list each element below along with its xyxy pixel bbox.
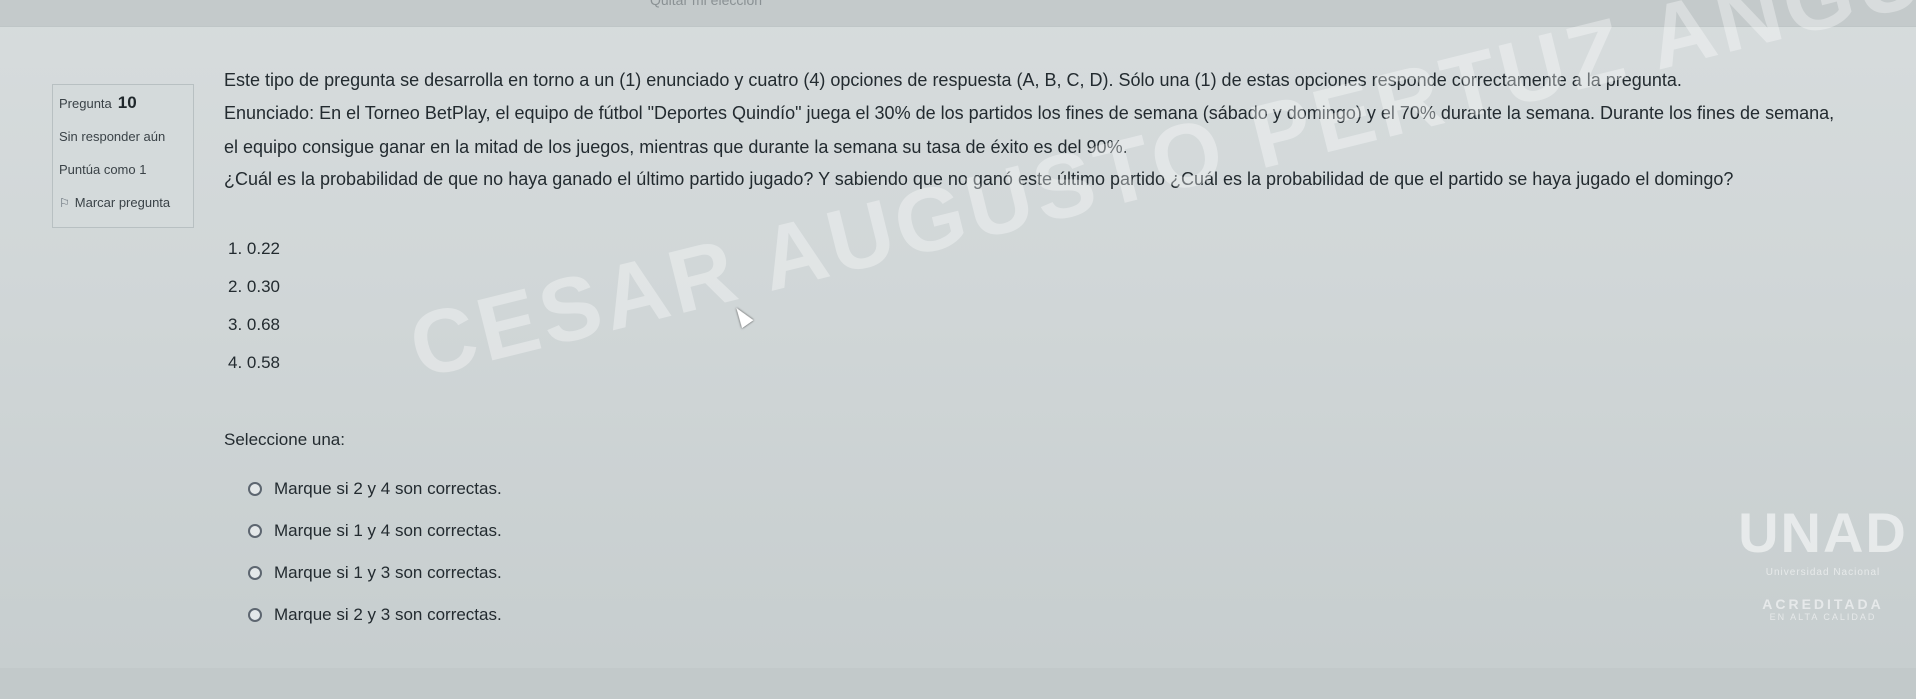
answer-option-label: Marque si 2 y 3 son correctas.	[274, 605, 502, 624]
answer-option-4[interactable]: Marque si 2 y 3 son correctas.	[248, 594, 502, 636]
logo-mark: UNAD	[1738, 501, 1908, 564]
clear-choice-link[interactable]: Quitar mi elección	[650, 0, 762, 8]
question-intro: Este tipo de pregunta se desarrolla en t…	[224, 70, 1682, 90]
quiz-page: Quitar mi elección Pregunta 10 Sin respo…	[0, 0, 1916, 699]
numbered-value: 2. 0.30	[228, 277, 280, 296]
accreditation-text: ACREDITADA	[1762, 596, 1884, 612]
question-number: 10	[117, 93, 137, 112]
logo-subtitle: Universidad Nacional	[1765, 567, 1881, 578]
answer-option-2[interactable]: Marque si 1 y 4 son correctas.	[248, 510, 502, 552]
question-info-panel: Pregunta 10 Sin responder aún Puntúa com…	[52, 84, 194, 228]
question-statement: Enunciado: En el Torneo BetPlay, el equi…	[224, 103, 1835, 157]
answer-options: Marque si 2 y 4 son correctas. Marque si…	[248, 468, 502, 636]
answer-option-label: Marque si 1 y 4 son correctas.	[274, 521, 502, 540]
question-text: ¿Cuál es la probabilidad de que no haya …	[224, 169, 1734, 189]
question-score: Puntúa como 1	[59, 162, 147, 177]
answer-option-label: Marque si 2 y 4 son correctas.	[274, 479, 502, 498]
radio-icon[interactable]	[248, 482, 262, 496]
bottom-strip	[0, 668, 1916, 699]
flag-icon: ⚐	[59, 195, 70, 210]
accreditation-subtext: EN ALTA CALIDAD	[1769, 612, 1877, 622]
question-status: Sin responder aún	[59, 129, 166, 144]
flag-question-button[interactable]: ⚐ Marcar pregunta	[59, 195, 187, 210]
numbered-value: 4. 0.58	[228, 353, 280, 372]
radio-icon[interactable]	[248, 524, 262, 538]
top-strip: Quitar mi elección	[0, 0, 1916, 27]
numbered-value: 3. 0.68	[228, 315, 280, 334]
radio-icon[interactable]	[248, 608, 262, 622]
user-name-watermark: CESAR AUGUSTO PERTUZ ANGULO	[400, 0, 1916, 398]
radio-icon[interactable]	[248, 566, 262, 580]
mouse-cursor-icon	[730, 303, 754, 329]
answer-option-3[interactable]: Marque si 1 y 3 son correctas.	[248, 552, 502, 594]
numbered-values: 1. 0.22 2. 0.30 3. 0.68 4. 0.58	[228, 230, 280, 382]
question-label: Pregunta	[59, 96, 112, 111]
unad-logo: UNAD Universidad Nacional ACREDITADA EN …	[1738, 505, 1908, 635]
answer-option-label: Marque si 1 y 3 son correctas.	[274, 563, 502, 582]
select-one-label: Seleccione una:	[224, 430, 345, 449]
flag-question-label: Marcar pregunta	[74, 195, 171, 210]
answer-option-1[interactable]: Marque si 2 y 4 son correctas.	[248, 468, 502, 510]
numbered-value: 1. 0.22	[228, 239, 280, 258]
question-number-row: Pregunta 10	[59, 93, 187, 113]
